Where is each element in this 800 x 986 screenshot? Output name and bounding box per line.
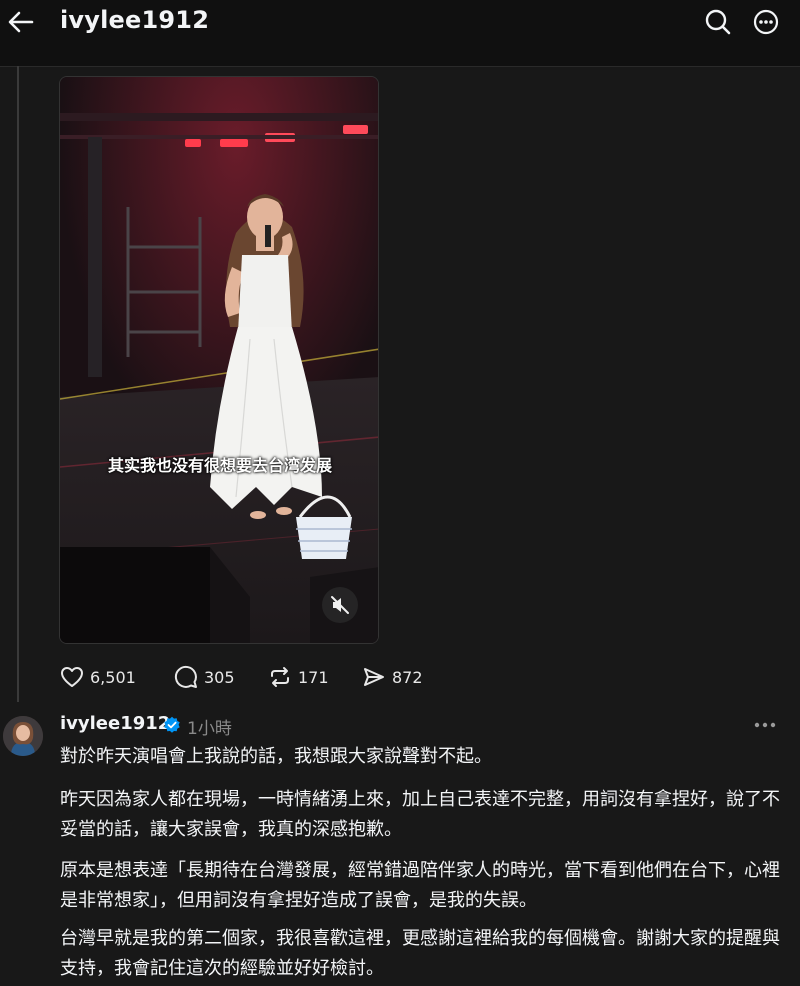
reply-paragraph: 對於昨天演唱會上我說的話，我想跟大家說聲對不起。 [60,746,492,767]
page-title: ivylee1912 [60,6,210,34]
thread-line [17,66,19,702]
avatar[interactable] [3,716,43,756]
verified-badge-icon [163,716,181,734]
reply-username[interactable]: ivylee1912 [60,713,170,734]
repost-icon [271,667,289,687]
repost-count: 171 [298,667,329,687]
share-button[interactable]: 872 [362,662,423,692]
video-player[interactable]: 其实我也没有很想要去台湾发展 [59,76,379,644]
reply-paragraph: 台灣早就是我的第二個家，我很喜歡這裡，更感謝這裡給我的每個機會。謝謝大家的提醒與… [60,928,780,979]
reply-paragraph: 原本是想表達「長期待在台灣發展，經常錯過陪伴家人的時光，當下看到他們在台下，心裡… [60,860,780,911]
repost-button[interactable]: 171 [268,662,329,692]
comment-icon [174,665,197,688]
video-subtitle: 其实我也没有很想要去台湾发展 [107,456,332,475]
reply-more-icon[interactable] [752,715,778,735]
like-button[interactable]: 6,501 [60,662,136,692]
search-icon[interactable] [704,8,732,36]
back-arrow-icon[interactable] [6,8,36,36]
post-actions: 6,501 305 171 872 [0,662,800,692]
reply-timestamp: 1小時 [187,719,232,739]
more-options-icon[interactable] [752,8,780,36]
comment-count: 305 [204,667,235,687]
top-bar: ivylee1912 [0,0,800,44]
share-count: 872 [392,667,423,687]
heart-icon [61,667,83,687]
speaker-muted-icon [331,596,349,614]
send-icon [364,668,384,686]
comment-button[interactable]: 305 [174,662,235,692]
reply-paragraph: 昨天因為家人都在現場，一時情緒湧上來，加上自己表達不完整，用詞沒有拿捏好，說了不… [60,789,780,840]
concert-video-frame [60,77,378,643]
like-count: 6,501 [90,667,136,687]
mute-button[interactable] [322,587,358,623]
